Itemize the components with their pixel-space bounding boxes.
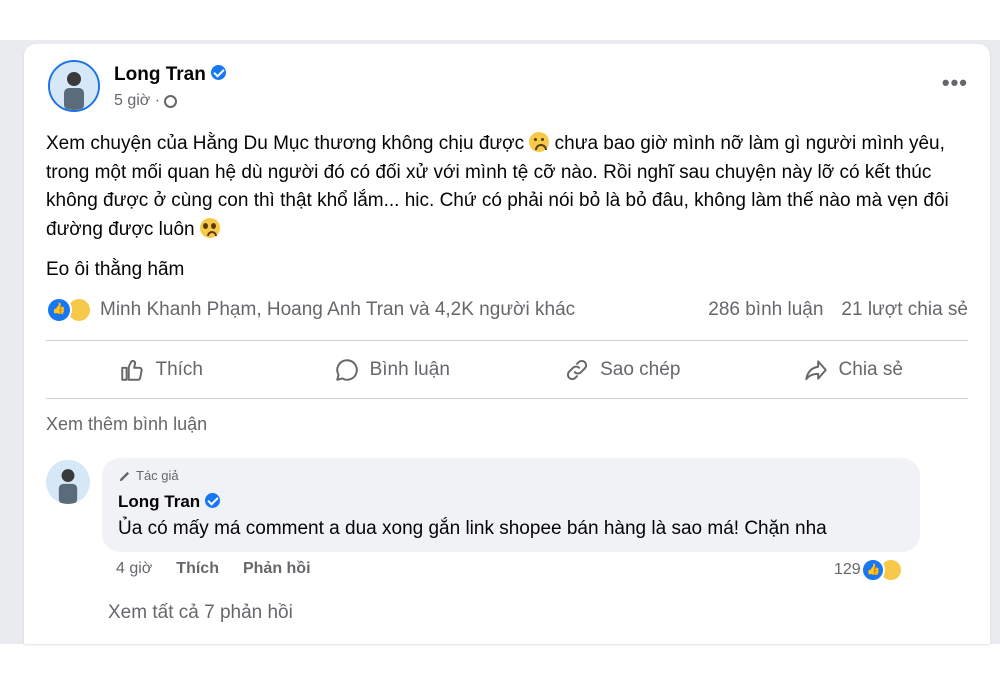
post-author-name[interactable]: Long Tran	[114, 64, 206, 85]
like-button[interactable]: Thích	[46, 344, 277, 396]
avatar-image	[46, 460, 90, 504]
post-actions: Thích Bình luận Sao chép Chia sẻ	[46, 344, 968, 396]
like-reaction-icon	[860, 558, 885, 582]
verified-badge-icon	[210, 65, 226, 81]
author-badge: Tác giả	[118, 468, 179, 483]
post-time[interactable]: 5 giờ ·	[114, 92, 160, 110]
comment-reply-button[interactable]: Phản hồi	[243, 560, 311, 578]
commenter-avatar[interactable]	[46, 460, 90, 504]
copy-link-button[interactable]: Sao chép	[507, 344, 738, 396]
link-icon	[567, 359, 588, 381]
sad-emoji-icon	[529, 132, 550, 152]
comment-time[interactable]: 4 giờ	[116, 560, 152, 578]
pencil-icon	[119, 471, 130, 481]
comment-label: Bình luận	[369, 359, 450, 380]
post-stats: Minh Khanh Phạm, Hoang Anh Tran và 4,2K …	[46, 296, 968, 324]
globe-icon	[164, 94, 178, 108]
comment-text: Ủa có mấy má comment a dua xong gắn link…	[118, 518, 827, 539]
author-badge-label: Tác giả	[136, 468, 179, 483]
divider	[46, 398, 968, 399]
copy-label: Sao chép	[600, 359, 681, 380]
like-reaction-icon	[46, 297, 72, 323]
comment-author-name[interactable]: Long Tran	[118, 492, 200, 511]
comment-like-button[interactable]: Thích	[176, 560, 219, 578]
post-meta: 5 giờ ·	[114, 92, 178, 110]
more-options-button[interactable]: •••	[942, 70, 968, 96]
comment-button[interactable]: Bình luận	[277, 344, 508, 396]
comment-meta: 4 giờ Thích Phản hồi	[116, 560, 311, 578]
avatar-image	[50, 62, 98, 110]
author-avatar[interactable]	[48, 60, 100, 112]
pleading-emoji-icon	[199, 217, 220, 238]
post-text-part1: Xem chuyện của Hằng Du Mục thương không …	[46, 133, 525, 154]
shares-count[interactable]: 21 lượt chia sẻ	[841, 299, 968, 321]
divider	[46, 340, 968, 341]
comment-bubble: Tác giả Long Tran Ủa có mấy má comment a…	[102, 458, 920, 552]
reactions-summary[interactable]: Minh Khanh Phạm, Hoang Anh Tran và 4,2K …	[100, 299, 575, 321]
see-more-comments-link[interactable]: Xem thêm bình luận	[46, 414, 207, 435]
thumbs-up-icon	[121, 360, 144, 381]
verified-badge-icon	[205, 493, 221, 509]
comment-reactions[interactable]: 129	[834, 558, 903, 582]
see-all-replies-link[interactable]: Xem tất cả 7 phản hồi	[108, 602, 293, 624]
comment-icon	[335, 359, 358, 381]
share-arrow-icon	[804, 360, 827, 381]
comment-reaction-count: 129	[834, 561, 861, 578]
post-card: Long Tran 5 giờ · ••• Xem chuyện của Hằn…	[24, 44, 990, 644]
share-label: Chia sẻ	[838, 359, 903, 380]
like-label: Thích	[155, 359, 204, 380]
share-button[interactable]: Chia sẻ	[738, 344, 969, 396]
post-paragraph-2: Eo ôi thằng hãm	[46, 259, 185, 280]
comments-count[interactable]: 286 bình luận	[708, 299, 823, 321]
post-paragraph: Xem chuyện của Hằng Du Mục thương không …	[46, 130, 966, 244]
post-body: Xem chuyện của Hằng Du Mục thương không …	[46, 130, 966, 285]
reaction-icons[interactable]	[46, 297, 92, 323]
